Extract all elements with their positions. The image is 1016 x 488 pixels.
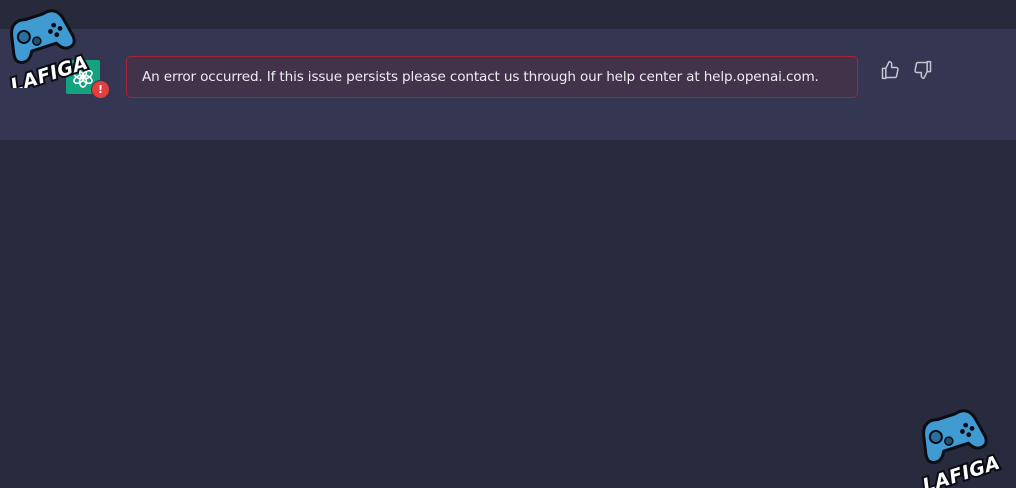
error-message-box: An error occurred. If this issue persist… <box>126 56 858 98</box>
top-spacer <box>0 0 1016 29</box>
assistant-message-row: ! An error occurred. If this issue persi… <box>0 29 1016 140</box>
gamepad-icon <box>10 9 76 65</box>
thumbs-up-icon[interactable] <box>880 60 900 80</box>
error-message-text: An error occurred. If this issue persist… <box>142 69 819 85</box>
watermark-logo: LAFIGA <box>6 9 93 88</box>
thumbs-down-icon[interactable] <box>913 60 933 80</box>
gamepad-icon <box>922 409 988 465</box>
watermark-logo: LAFIGA <box>918 409 1005 488</box>
